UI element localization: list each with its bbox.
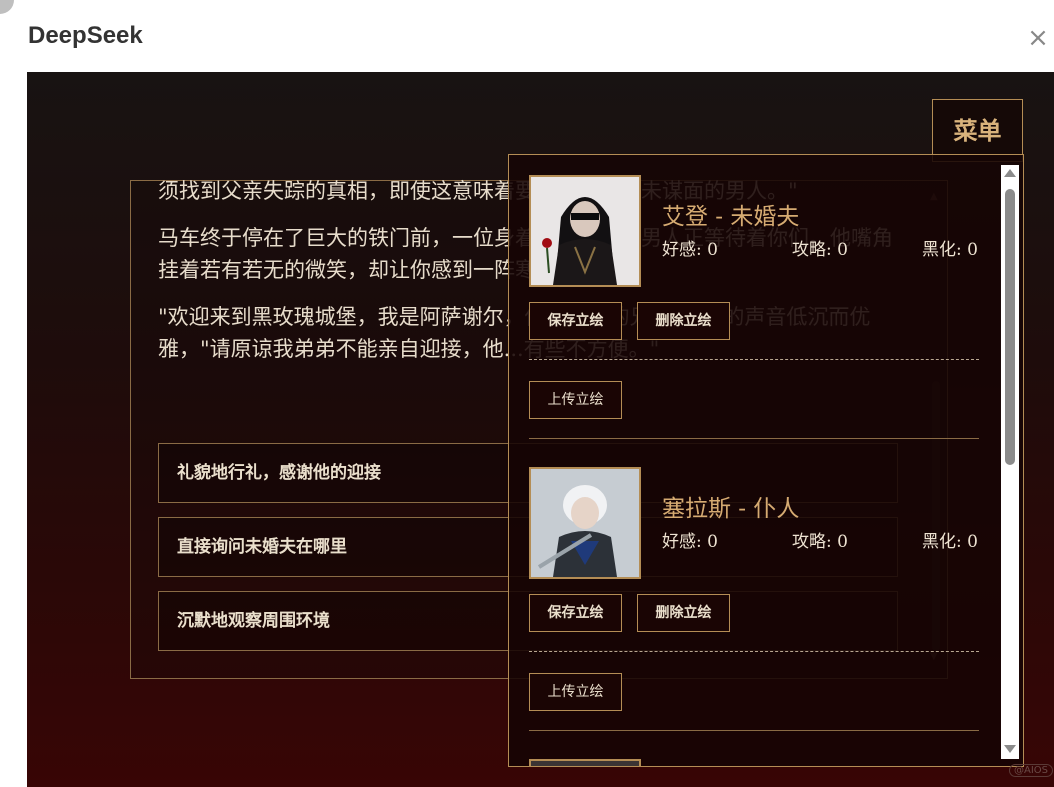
window-corner [0, 0, 14, 14]
card-separator [529, 438, 979, 439]
save-portrait-button[interactable]: 保存立绘 [529, 302, 622, 340]
stat-darkness: 黑化: 0 [922, 235, 978, 260]
panel-scroll-thumb[interactable] [1005, 189, 1015, 465]
divider [529, 359, 979, 360]
watermark: @AIOS [1009, 764, 1054, 777]
menu-button[interactable]: 菜单 [932, 99, 1023, 162]
character-portrait [529, 175, 641, 287]
character-portrait [529, 467, 641, 579]
close-icon[interactable]: × [1024, 24, 1052, 52]
delete-portrait-button[interactable]: 删除立绘 [637, 302, 730, 340]
card-separator [529, 730, 979, 731]
stat-conquest: 攻略: 0 [792, 235, 848, 260]
stat-affection: 好感: 0 [662, 527, 718, 552]
stat-label: 好感: [662, 532, 702, 552]
stat-affection: 好感: 0 [662, 235, 718, 260]
stat-conquest: 攻略: 0 [792, 527, 848, 552]
scroll-down-icon[interactable] [1004, 745, 1016, 753]
stat-value: 0 [837, 240, 848, 260]
next-character-portrait [529, 759, 641, 766]
stat-value: 0 [837, 532, 848, 552]
character-card: 塞拉斯 - 仆人 好感: 0 攻略: 0 黑化: 0 保存立绘 删除立绘 上传立… [529, 467, 979, 752]
upload-portrait-button[interactable]: 上传立绘 [529, 381, 622, 419]
scroll-up-icon[interactable] [1004, 169, 1016, 177]
character-name: 艾登 - 未婚夫 [662, 204, 800, 230]
stat-darkness: 黑化: 0 [922, 527, 978, 552]
save-portrait-button[interactable]: 保存立绘 [529, 594, 622, 632]
upload-portrait-button[interactable]: 上传立绘 [529, 673, 622, 711]
divider [529, 651, 979, 652]
character-panel: 艾登 - 未婚夫 好感: 0 攻略: 0 黑化: 0 保存立绘 删除立绘 上传立… [508, 154, 1024, 767]
stat-label: 好感: [662, 240, 702, 260]
stat-value: 0 [967, 532, 978, 552]
panel-scrollbar[interactable] [1001, 165, 1019, 759]
character-name: 塞拉斯 - 仆人 [662, 496, 800, 522]
stat-label: 黑化: [922, 532, 962, 552]
stat-value: 0 [707, 532, 718, 552]
game-area: 须找到父亲失踪的真相，即使这意味着要嫁给一个素未谋面的男人。" 马车终于停在了巨… [27, 72, 1054, 787]
stat-label: 攻略: [792, 240, 832, 260]
window-header: DeepSeek × [0, 0, 1054, 72]
stat-value: 0 [707, 240, 718, 260]
stat-value: 0 [967, 240, 978, 260]
app-title: DeepSeek [28, 22, 143, 49]
stat-label: 黑化: [922, 240, 962, 260]
delete-portrait-button[interactable]: 删除立绘 [637, 594, 730, 632]
character-card: 艾登 - 未婚夫 好感: 0 攻略: 0 黑化: 0 保存立绘 删除立绘 上传立… [529, 175, 979, 460]
stat-label: 攻略: [792, 532, 832, 552]
